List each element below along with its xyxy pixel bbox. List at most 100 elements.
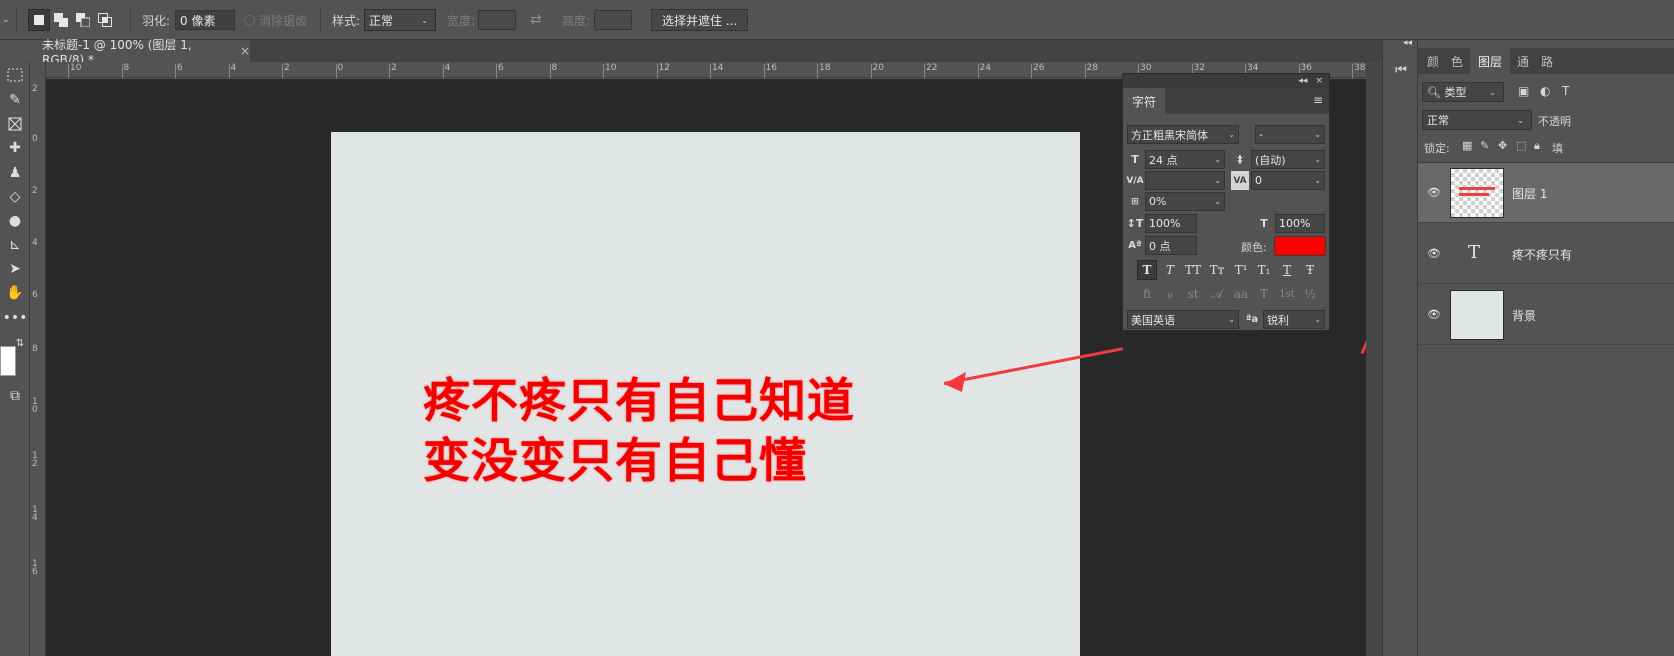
swap-dimensions-button[interactable]: ⇄ (530, 0, 542, 40)
subtract-selection-button[interactable] (72, 9, 94, 31)
all-caps-button[interactable]: TT (1183, 260, 1203, 280)
tab-color[interactable]: 颜 (1422, 48, 1444, 74)
more-tools-button[interactable]: ••• (2, 307, 28, 329)
close-icon[interactable]: × (240, 44, 250, 58)
text-color-swatch[interactable] (1274, 236, 1326, 256)
ordinals-button[interactable]: 1st (1277, 284, 1297, 304)
small-caps-button[interactable]: Tт (1207, 260, 1227, 280)
faux-bold-button[interactable]: T (1137, 260, 1157, 280)
ruler-tick-line (228, 64, 230, 78)
canvas-text-line-1[interactable]: 疼不疼只有自己知道 (423, 362, 855, 431)
background-color-swatch[interactable] (0, 346, 16, 376)
opacity-label: 不透明 (1538, 115, 1571, 128)
ligatures-button[interactable]: fi (1137, 284, 1157, 304)
height-input[interactable] (594, 10, 632, 30)
layer-filter-select[interactable]: 🔍︎ 类型 ⌄ (1422, 82, 1504, 102)
add-selection-button[interactable] (50, 9, 72, 31)
subscript-button[interactable]: T₁ (1254, 260, 1274, 280)
tsume-input[interactable]: 0% ⌄ (1145, 192, 1225, 211)
layer-name[interactable]: 图层 1 (1512, 185, 1547, 202)
layer-name[interactable]: 疼不疼只有 (1512, 246, 1572, 263)
tracking-input[interactable]: 0 ⌄ (1251, 171, 1325, 190)
close-icon[interactable]: × (1315, 76, 1323, 86)
tab-character[interactable]: 字符 (1123, 88, 1165, 114)
ellipsis-icon: ••• (2, 310, 28, 326)
ruler-tick: 8 (32, 344, 38, 354)
collapse-icon[interactable]: ◂◂ (1403, 38, 1412, 48)
tab-layers[interactable]: 图层 (1470, 48, 1510, 74)
discretionary-ligatures-button[interactable]: st (1183, 284, 1203, 304)
blur-tool[interactable]: ● (3, 210, 27, 232)
strikethrough-button[interactable]: Ŧ (1300, 260, 1320, 280)
style-value: 正常 (369, 13, 394, 28)
vertical-scale-input[interactable]: 100% (1145, 214, 1197, 233)
font-style-select[interactable]: - ⌄ (1255, 125, 1325, 144)
tab-channels[interactable]: 通 (1512, 48, 1534, 74)
tool-preset-dropdown[interactable]: ⌄ (2, 0, 10, 40)
pen-tool[interactable]: ⊾ (3, 234, 27, 256)
intersect-selection-button[interactable] (94, 9, 116, 31)
fractions-button[interactable]: ½ (1300, 284, 1320, 304)
feather-input[interactable]: 0 像素 (175, 10, 235, 30)
canvas-text-line-2[interactable]: 变没变只有自己懂 (423, 422, 807, 491)
lock-all-icon[interactable]: 🔒︎ (1534, 139, 1540, 153)
hand-tool[interactable]: ✋ (3, 282, 27, 304)
superscript-button[interactable]: T¹ (1231, 260, 1251, 280)
ruler-tick: 16 (765, 63, 777, 73)
filter-adjustment-icon[interactable]: ◐ (1540, 84, 1550, 98)
width-input[interactable] (478, 10, 516, 30)
chevron-down-icon: ⌄ (1314, 155, 1321, 164)
select-and-mask-button[interactable]: 选择并遮住 ... (651, 9, 749, 31)
horizontal-scale-input[interactable]: 100% (1275, 214, 1325, 233)
lock-position-move-icon[interactable]: ✥ (1498, 139, 1507, 152)
history-panel-button[interactable]: ⏮ (1391, 60, 1411, 80)
antialias-icon: ªa (1245, 314, 1259, 325)
old-style-button[interactable]: ℴ (1160, 284, 1180, 304)
lock-label: 锁定: (1424, 142, 1450, 155)
tab-swatches[interactable]: 色 (1446, 48, 1468, 74)
clone-stamp-tool[interactable]: ♟ (3, 162, 27, 184)
new-selection-button[interactable] (28, 9, 50, 31)
titling-button[interactable]: T (1254, 284, 1274, 304)
lock-transparency-icon[interactable]: ▦ (1462, 139, 1472, 152)
quick-selection-tool[interactable]: ✎ (3, 89, 27, 111)
swash-button[interactable]: 𝒜 (1207, 284, 1227, 304)
panel-menu-icon[interactable]: ≡ (1313, 93, 1323, 107)
layer-row-layer-1[interactable]: 👁︎ 图层 1 (1418, 163, 1674, 223)
filter-pixel-icon[interactable]: ▣ (1518, 84, 1529, 98)
font-family-select[interactable]: 方正粗黑宋简体 ⌄ (1127, 125, 1239, 144)
eraser-tool[interactable]: ◇ (3, 186, 27, 208)
underline-button[interactable]: T (1277, 260, 1297, 280)
eye-icon[interactable]: 👁︎ (1426, 246, 1442, 260)
baseline-shift-input[interactable]: 0 点 (1145, 236, 1197, 255)
layer-row-text[interactable]: 👁︎ T 疼不疼只有 (1418, 224, 1674, 284)
document-canvas[interactable]: 疼不疼只有自己知道 变没变只有自己懂 (331, 132, 1080, 656)
layer-name[interactable]: 背景 (1512, 307, 1536, 324)
healing-brush-tool[interactable]: ✚ (3, 137, 27, 159)
eye-icon[interactable]: 👁︎ (1426, 185, 1442, 199)
layer-row-background[interactable]: 👁︎ 背景 (1418, 285, 1674, 345)
font-style-value: - (1259, 128, 1263, 141)
blend-mode-select[interactable]: 正常 ⌄ (1422, 110, 1532, 130)
screen-mode-button[interactable]: ⧉ (3, 385, 27, 407)
crop-tool[interactable] (3, 113, 27, 135)
ruler-tick: 1 0 (32, 397, 38, 415)
style-select[interactable]: 正常 ⌄ (364, 9, 436, 31)
stylistic-alternates-button[interactable]: aa (1231, 284, 1251, 304)
antialias-checkbox[interactable]: 消除锯齿 (244, 0, 307, 40)
antialias-select[interactable]: 锐利 ⌄ (1263, 310, 1325, 329)
lock-pixels-brush-icon[interactable]: ✎ (1480, 139, 1489, 152)
filter-type-icon[interactable]: T (1562, 84, 1569, 98)
tab-paths[interactable]: 路 (1536, 48, 1558, 74)
path-selection-tool[interactable]: ➤ (3, 258, 27, 280)
lock-artboard-icon[interactable]: ⬚ (1516, 139, 1526, 152)
leading-input[interactable]: (自动) ⌄ (1251, 150, 1325, 169)
font-size-input[interactable]: 24 点 ⌄ (1145, 150, 1225, 169)
language-select[interactable]: 美国英语 ⌄ (1127, 310, 1239, 329)
document-tab[interactable]: 未标题-1 @ 100% (图层 1, RGB/8) * × (30, 38, 250, 67)
eye-icon[interactable]: 👁︎ (1426, 307, 1442, 321)
kerning-input[interactable]: ⌄ (1145, 171, 1225, 190)
faux-italic-button[interactable]: T (1160, 260, 1180, 280)
collapse-icon[interactable]: ◂◂ (1298, 76, 1307, 86)
marquee-tool[interactable] (3, 64, 27, 86)
